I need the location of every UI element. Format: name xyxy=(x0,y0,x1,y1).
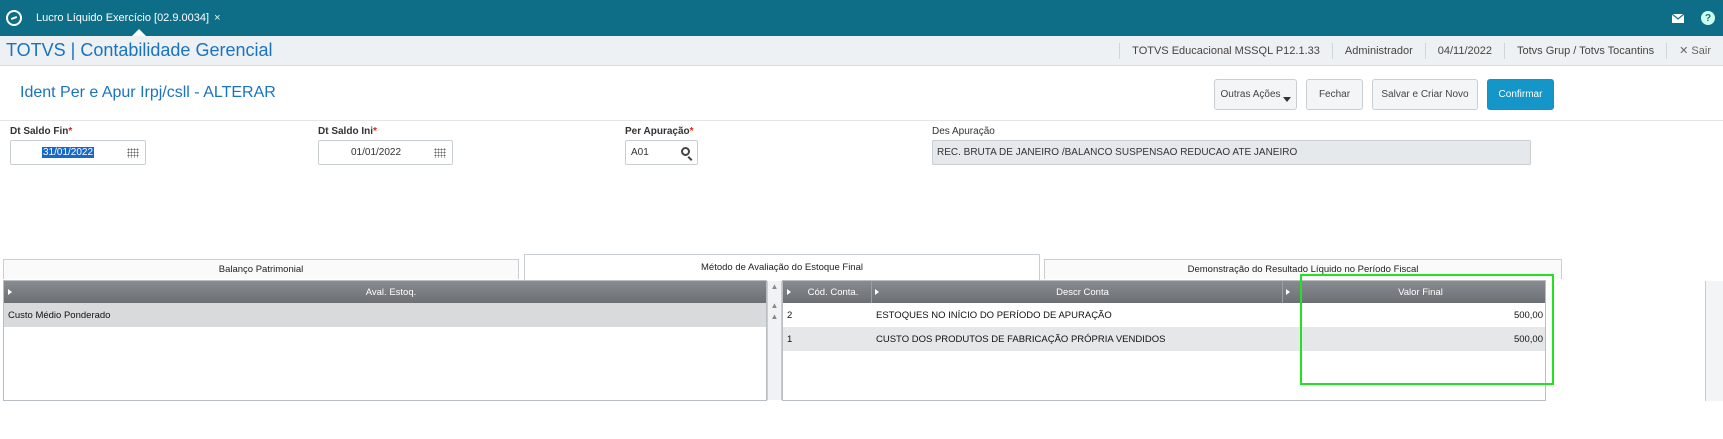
required-mark: * xyxy=(689,126,694,137)
save-new-button[interactable]: Salvar e Criar Novo xyxy=(1372,79,1478,110)
grid-header: Aval. Estoq. xyxy=(4,281,766,303)
cell-aval-estoq: Custo Médio Ponderado xyxy=(8,309,111,321)
column-header-descr-conta[interactable]: Descr Conta xyxy=(883,281,1283,303)
close-button[interactable]: Fechar xyxy=(1306,79,1363,110)
tab-caret-icon xyxy=(132,29,146,36)
scroll-top-icon[interactable]: ▲ xyxy=(768,281,781,292)
tab-balanco-patrimonial[interactable]: Balanço Patrimonial xyxy=(3,259,519,279)
more-actions-button[interactable]: Outras Ações xyxy=(1214,79,1297,110)
app-title: TOTVS | Contabilidade Gerencial xyxy=(6,40,273,60)
help-icon[interactable]: ? xyxy=(1693,0,1723,36)
table-row[interactable]: 1 CUSTO DOS PRODUTOS DE FABRICAÇÃO PRÓPR… xyxy=(783,327,1545,351)
cell-descr-conta: CUSTO DOS PRODUTOS DE FABRICAÇÃO PRÓPRIA… xyxy=(876,333,1166,345)
per-apuracao-label: Per Apuração xyxy=(625,126,690,137)
des-apuracao-input[interactable]: REC. BRUTA DE JANEIRO /BALANCO SUSPENSAO… xyxy=(932,140,1531,165)
date-label: 04/11/2022 xyxy=(1424,43,1504,59)
column-header-cod-conta[interactable]: Cód. Conta. xyxy=(795,281,872,303)
per-apuracao-field: Per Apuração* A01 xyxy=(625,126,698,165)
cell-valor-final: 500,00 xyxy=(1513,333,1543,345)
scroll-up-icon[interactable]: ▲ xyxy=(768,300,781,311)
tab-metodo-avaliacao[interactable]: Método de Avaliação do Estoque Final xyxy=(524,254,1040,280)
dt-saldo-ini-field: Dt Saldo Ini* 01/01/2022 xyxy=(318,126,453,165)
envelope-icon[interactable] xyxy=(1663,0,1693,36)
user-label: Administrador xyxy=(1331,43,1425,59)
confirm-button[interactable]: Confirmar xyxy=(1487,79,1554,110)
des-apuracao-label: Des Apuração xyxy=(932,126,995,137)
dt-saldo-fin-value: 31/01/2022 xyxy=(42,147,95,158)
environment-label: TOTVS Educacional MSSQL P12.1.33 xyxy=(1119,43,1332,59)
calendar-icon[interactable] xyxy=(434,148,446,158)
row-marker-icon xyxy=(8,289,12,295)
top-bar: Lucro Líquido Exercício [02.9.0034] × ? xyxy=(0,0,1723,36)
des-apuracao-field: Des Apuração REC. BRUTA DE JANEIRO /BALA… xyxy=(932,126,1531,165)
calendar-icon[interactable] xyxy=(127,148,139,158)
table-row[interactable]: Custo Médio Ponderado xyxy=(4,303,766,327)
tab-close-icon[interactable]: × xyxy=(214,12,220,24)
row-marker-icon xyxy=(1286,289,1290,295)
cell-cod-conta: 2 xyxy=(787,309,793,321)
per-apuracao-value: A01 xyxy=(631,147,649,158)
dt-saldo-fin-label: Dt Saldo Fin xyxy=(10,126,69,137)
tab-demonstracao-resultado[interactable]: Demonstração do Resultado Líquido no Per… xyxy=(1044,259,1562,279)
cell-valor-final: 500,00 xyxy=(1513,309,1543,321)
des-apuracao-value: REC. BRUTA DE JANEIRO /BALANCO SUSPENSAO… xyxy=(937,147,1298,158)
program-tab[interactable]: Lucro Líquido Exercício [02.9.0034] × xyxy=(28,0,229,36)
exit-button[interactable]: ✕ Sair xyxy=(1666,43,1723,59)
aval-estoq-grid: Aval. Estoq. Custo Médio Ponderado xyxy=(3,280,767,401)
chevron-down-icon xyxy=(1283,97,1291,102)
row-marker-icon xyxy=(787,289,791,295)
required-mark: * xyxy=(68,126,73,137)
cell-cod-conta: 1 xyxy=(787,333,793,345)
form-toolbar: Ident Per e Apur Irpj/csll - ALTERAR Out… xyxy=(0,67,1723,121)
column-header-valor-final[interactable]: Valor Final xyxy=(1294,281,1545,303)
scrollbar[interactable]: ▲ ▲ ▲ xyxy=(767,281,782,400)
scroll-up-icon[interactable]: ▲ xyxy=(768,311,781,322)
dt-saldo-ini-label: Dt Saldo Ini xyxy=(318,126,373,137)
grid-header: Cód. Conta. Descr Conta Valor Final xyxy=(783,281,1545,303)
row-marker-icon xyxy=(875,289,879,295)
dt-saldo-ini-input[interactable]: 01/01/2022 xyxy=(318,140,453,165)
conta-grid: Cód. Conta. Descr Conta Valor Final 2 ES… xyxy=(782,280,1546,401)
totvs-logo-icon[interactable] xyxy=(6,10,22,26)
dt-saldo-fin-input[interactable]: 31/01/2022 xyxy=(10,140,146,165)
form-title: Ident Per e Apur Irpj/csll - ALTERAR xyxy=(20,84,276,101)
table-row[interactable]: 2 ESTOQUES NO INÍCIO DO PERÍODO DE APURA… xyxy=(783,303,1545,327)
per-apuracao-input[interactable]: A01 xyxy=(625,140,698,165)
company-label: Totvs Grup / Totvs Tocantins xyxy=(1504,43,1666,59)
more-actions-label: Outras Ações xyxy=(1220,89,1281,100)
right-scrollbar[interactable] xyxy=(1705,281,1723,401)
search-icon[interactable] xyxy=(681,147,690,156)
program-tab-label: Lucro Líquido Exercício [02.9.0034] xyxy=(36,12,210,24)
app-header: TOTVS | Contabilidade Gerencial TOTVS Ed… xyxy=(0,36,1723,66)
dt-saldo-fin-field: Dt Saldo Fin* 31/01/2022 xyxy=(10,126,146,165)
required-mark: * xyxy=(373,126,377,137)
column-header-aval-estoq[interactable]: Aval. Estoq. xyxy=(16,281,766,303)
cell-descr-conta: ESTOQUES NO INÍCIO DO PERÍODO DE APURAÇÃ… xyxy=(872,303,1294,327)
dt-saldo-ini-value: 01/01/2022 xyxy=(351,147,402,158)
